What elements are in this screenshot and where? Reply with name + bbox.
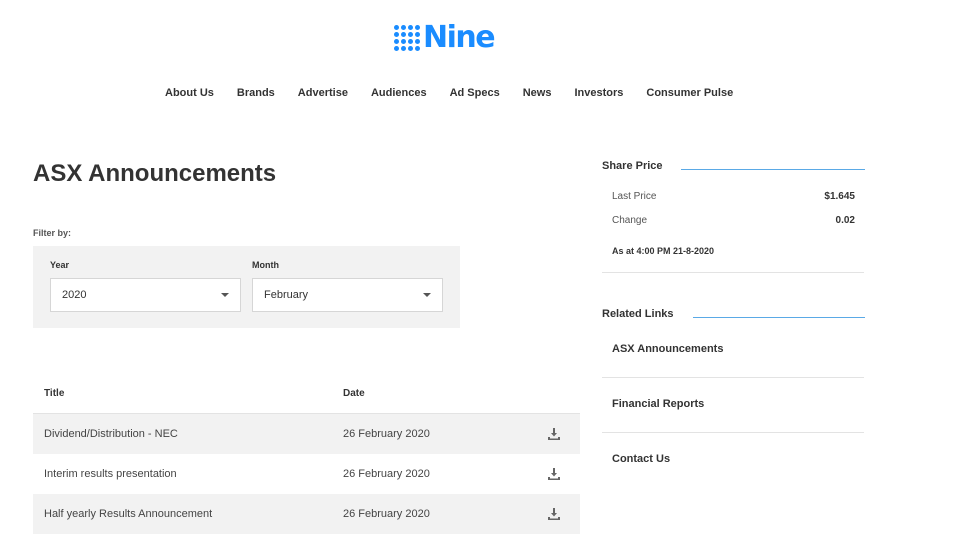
- related-link-asx-announcements[interactable]: ASX Announcements: [612, 343, 723, 355]
- main-nav: About Us Brands Advertise Audiences Ad S…: [165, 87, 733, 99]
- table-row: Half yearly Results Announcement 26 Febr…: [33, 494, 580, 534]
- nav-brands[interactable]: Brands: [237, 87, 275, 99]
- column-header-title: Title: [44, 387, 65, 399]
- row-date: 26 February 2020: [343, 508, 430, 520]
- nav-news[interactable]: News: [523, 87, 552, 99]
- filter-panel: Year 2020 Month February: [33, 246, 460, 328]
- chevron-down-icon: [221, 293, 229, 297]
- related-link-contact-us[interactable]: Contact Us: [612, 453, 670, 465]
- nav-audiences[interactable]: Audiences: [371, 87, 427, 99]
- year-select-value: 2020: [62, 289, 87, 301]
- download-icon: [548, 468, 560, 480]
- share-price-heading-rule: [681, 169, 865, 170]
- divider: [602, 272, 864, 273]
- year-select[interactable]: 2020: [50, 278, 241, 312]
- month-filter: Month February: [252, 260, 443, 312]
- logo-dots-icon: [394, 25, 420, 51]
- month-select[interactable]: February: [252, 278, 443, 312]
- row-title: Dividend/Distribution - NEC: [44, 428, 178, 440]
- nav-ad-specs[interactable]: Ad Specs: [450, 87, 500, 99]
- row-date: 26 February 2020: [343, 428, 430, 440]
- logo-text: Nine: [423, 20, 496, 55]
- chevron-down-icon: [423, 293, 431, 297]
- nav-about-us[interactable]: About Us: [165, 87, 214, 99]
- download-button[interactable]: [528, 468, 580, 480]
- table-row: Interim results presentation 26 February…: [33, 454, 580, 494]
- table-header: Title Date: [33, 373, 580, 414]
- change-value: 0.02: [835, 215, 855, 226]
- year-filter: Year 2020: [50, 260, 241, 312]
- nine-logo[interactable]: Nine: [394, 20, 496, 55]
- divider: [602, 432, 864, 433]
- download-icon: [548, 508, 560, 520]
- nav-consumer-pulse[interactable]: Consumer Pulse: [646, 87, 733, 99]
- download-icon: [548, 428, 560, 440]
- price-timestamp: As at 4:00 PM 21-8-2020: [612, 246, 715, 256]
- month-select-value: February: [264, 289, 309, 301]
- last-price-label: Last Price: [612, 191, 657, 202]
- year-label: Year: [50, 260, 70, 270]
- table-row: Dividend/Distribution - NEC 26 February …: [33, 414, 580, 454]
- row-date: 26 February 2020: [343, 468, 430, 480]
- divider: [602, 377, 864, 378]
- row-title: Half yearly Results Announcement: [44, 508, 213, 520]
- last-price-row: Last Price $1.645: [612, 191, 855, 202]
- row-title: Interim results presentation: [44, 468, 177, 480]
- filter-label: Filter by:: [33, 228, 72, 238]
- announcements-table: Title Date Dividend/Distribution - NEC 2…: [33, 373, 580, 534]
- last-price-value: $1.645: [824, 191, 855, 202]
- download-button[interactable]: [528, 428, 580, 440]
- nav-investors[interactable]: Investors: [574, 87, 623, 99]
- download-button[interactable]: [528, 508, 580, 520]
- change-label: Change: [612, 215, 648, 226]
- share-price-heading: Share Price: [602, 160, 663, 172]
- column-header-date: Date: [343, 387, 365, 399]
- related-links-heading-rule: [693, 317, 865, 318]
- change-row: Change 0.02: [612, 215, 855, 226]
- related-links-heading: Related Links: [602, 308, 674, 320]
- page-title: ASX Announcements: [33, 160, 277, 187]
- month-label: Month: [252, 260, 279, 270]
- related-link-financial-reports[interactable]: Financial Reports: [612, 398, 704, 410]
- nav-advertise[interactable]: Advertise: [298, 87, 348, 99]
